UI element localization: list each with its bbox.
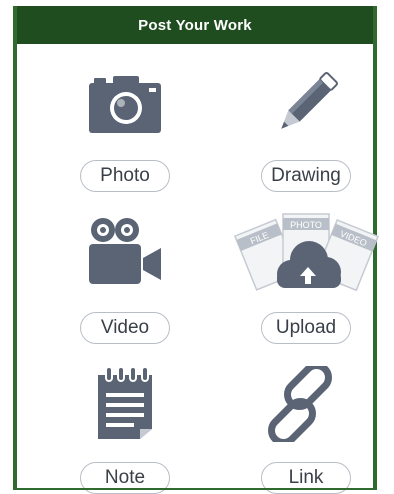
tile-photo[interactable]: Photo bbox=[37, 68, 212, 196]
bottom-border bbox=[17, 488, 373, 490]
cloud-upload-icon: FILE PHOTO VIDEO bbox=[218, 212, 393, 294]
tile-upload[interactable]: FILE PHOTO VIDEO Upload bbox=[218, 212, 393, 344]
upload-button[interactable]: Upload bbox=[261, 312, 351, 344]
drawing-button[interactable]: Drawing bbox=[261, 160, 351, 192]
video-button[interactable]: Video bbox=[80, 312, 170, 344]
tile-note[interactable]: Note bbox=[37, 366, 212, 494]
tile-link[interactable]: Link bbox=[218, 366, 393, 494]
photo-card-label: PHOTO bbox=[290, 220, 322, 230]
link-icon bbox=[218, 366, 393, 442]
video-camera-icon bbox=[37, 216, 212, 286]
post-work-panel: Post Your Work Photo Drawing Video FILE … bbox=[13, 6, 379, 494]
pencil-icon bbox=[218, 68, 393, 140]
photo-button[interactable]: Photo bbox=[80, 160, 170, 192]
page-title: Post Your Work bbox=[17, 6, 373, 44]
tile-video[interactable]: Video bbox=[37, 212, 212, 344]
tile-drawing[interactable]: Drawing bbox=[218, 68, 393, 196]
notepad-icon bbox=[37, 366, 212, 442]
camera-icon bbox=[37, 68, 212, 138]
